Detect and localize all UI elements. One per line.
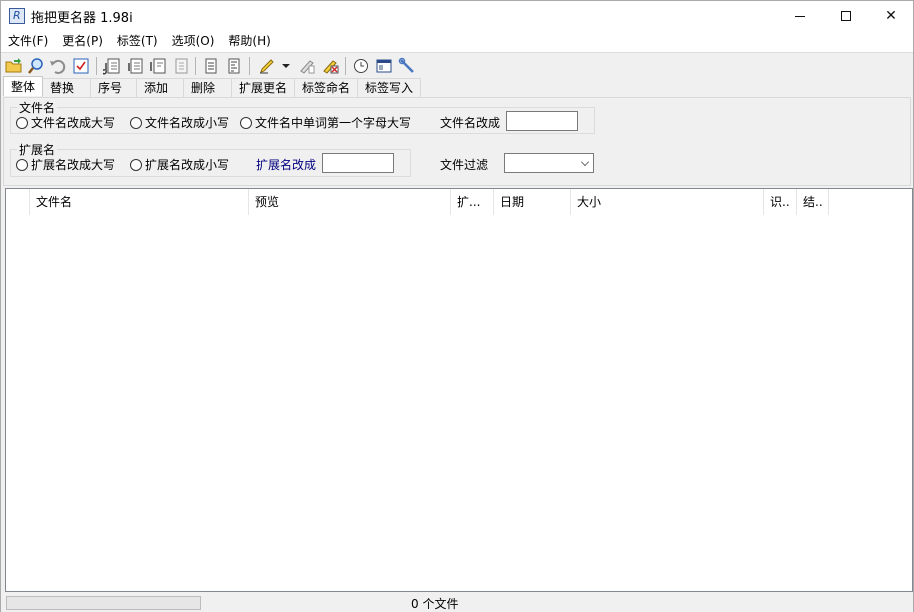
open-folder-icon[interactable] [5,57,23,75]
window-title: 拖把更名器 1.98i [31,11,133,26]
column-header-recognized[interactable]: 识.. [764,189,797,215]
app-logo-icon [9,8,25,24]
radio-circle [130,116,142,129]
search-icon[interactable] [27,57,45,75]
menu-rename[interactable]: 更名(P) [55,31,110,52]
radio-ext-lower[interactable]: 扩展名改成小写 [130,156,229,173]
close-icon: ✕ [885,8,897,24]
menu-options[interactable]: 选项(O) [165,31,222,52]
tab-overall[interactable]: 整体 [3,76,44,96]
radio-label: 文件名改成小写 [145,116,230,130]
title-bar: 拖把更名器 1.98i ✕ [1,1,913,31]
file-count-status: 0 个文件 [411,597,459,611]
radio-circle [130,158,142,171]
app-window: 拖把更名器 1.98i ✕ 文件(F) 更名(P) 标签(T) 选项(O) 帮助… [0,0,914,612]
maximize-icon [841,11,851,21]
column-header-extension[interactable]: 扩... [451,189,494,215]
chevron-down-icon [581,158,589,166]
panel-icon[interactable] [375,57,393,75]
radio-circle [240,116,252,129]
text-file-icon[interactable] [202,57,220,75]
tab-add[interactable]: 添加 [136,78,185,97]
minimize-button[interactable] [777,1,823,31]
filename-rename-label: 文件名改成 [440,116,501,130]
column-header-filename[interactable]: 文件名 [30,189,249,215]
eraser-icon[interactable] [298,57,316,75]
radio-ext-upper[interactable]: 扩展名改成大写 [16,156,115,173]
radio-label: 扩展名改成小写 [145,158,230,172]
highlighter-icon[interactable] [258,57,276,75]
column-header-preview[interactable]: 预览 [249,189,451,215]
tab-strip: 整体 替换 序号 添加 删除 扩展更名 标签命名 标签写入 [3,76,422,97]
tab-panel-overall: 文件名 文件名改成大写 文件名改成小写 文件名中单词第一个字母大写 文件名改成 … [3,97,911,186]
toolbar-separator [96,57,97,75]
toolbar-separator [345,57,346,75]
tab-sequence[interactable]: 序号 [90,78,138,97]
minimize-icon [795,15,805,17]
radio-label: 文件名改成大写 [31,116,116,130]
radio-circle [16,158,28,171]
radio-filename-capitalize[interactable]: 文件名中单词第一个字母大写 [240,114,411,131]
progress-bar [6,596,201,610]
toolbar-separator [195,57,196,75]
menu-file[interactable]: 文件(F) [1,31,55,52]
toolbar-separator [249,57,250,75]
column-header-size[interactable]: 大小 [571,189,764,215]
undo-icon[interactable] [49,57,67,75]
tag-read-icon[interactable] [103,57,121,75]
tab-delete[interactable]: 删除 [183,78,233,97]
clock-icon[interactable] [352,57,370,75]
file-filter-label: 文件过滤 [440,158,489,172]
status-bar: 0 个文件 [1,593,913,612]
tab-tag-naming[interactable]: 标签命名 [294,78,359,97]
column-header-result[interactable]: 结.. [797,189,829,215]
filename-rename-input[interactable] [506,111,578,131]
radio-filename-upper[interactable]: 文件名改成大写 [16,114,115,131]
close-button[interactable]: ✕ [868,1,914,31]
maximize-button[interactable] [823,1,869,31]
toolbar [1,52,913,78]
tab-replace[interactable]: 替换 [42,78,92,97]
radio-label: 文件名中单词第一个字母大写 [255,116,412,130]
ext-rename-label: 扩展名改成 [256,158,317,172]
column-header-date[interactable]: 日期 [494,189,571,215]
file-filter-select[interactable] [504,153,594,173]
tag-write-icon[interactable] [126,57,144,75]
file-list[interactable]: 文件名 预览 扩... 日期 大小 识.. 结.. [5,188,913,592]
dropdown-arrow-icon[interactable] [280,57,292,75]
tools-icon[interactable] [398,57,416,75]
column-header-blank[interactable] [6,189,30,215]
delete-tag-icon[interactable] [321,57,339,75]
tag-edit-icon[interactable] [149,57,167,75]
tag-clear-icon[interactable] [172,57,190,75]
radio-circle [16,116,28,129]
tab-ext-rename[interactable]: 扩展更名 [231,78,296,97]
tab-tag-write[interactable]: 标签写入 [357,78,422,97]
checklist-icon[interactable] [72,57,90,75]
menu-help[interactable]: 帮助(H) [221,31,277,52]
ext-rename-input[interactable] [322,153,394,173]
radio-label: 扩展名改成大写 [31,158,116,172]
text-list-icon[interactable] [225,57,243,75]
radio-filename-lower[interactable]: 文件名改成小写 [130,114,229,131]
menu-tags[interactable]: 标签(T) [110,31,165,52]
menu-bar: 文件(F) 更名(P) 标签(T) 选项(O) 帮助(H) [1,31,913,52]
